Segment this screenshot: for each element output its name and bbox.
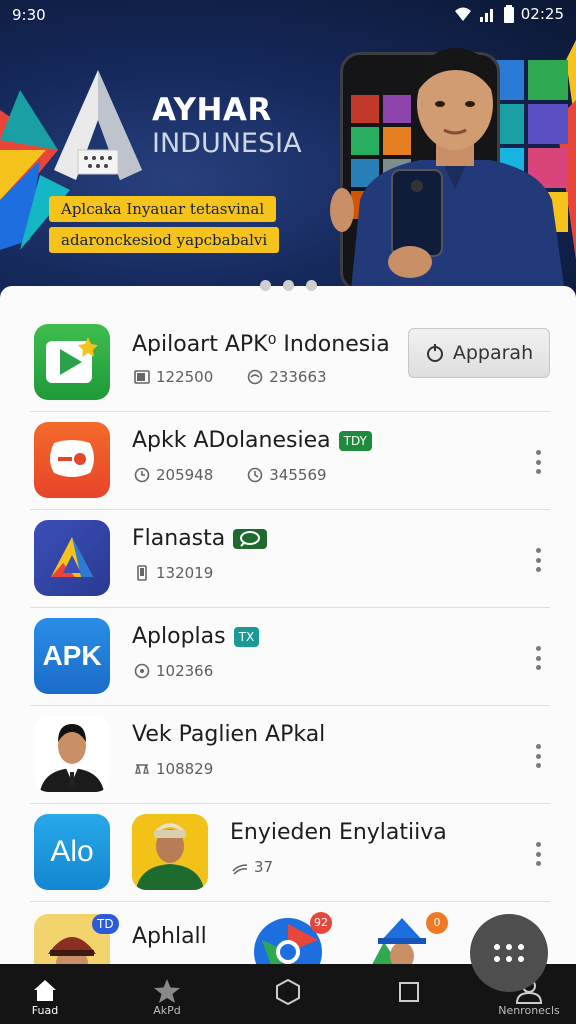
brand-country: INDUNESIA xyxy=(152,128,302,159)
carousel-indicator[interactable] xyxy=(0,280,576,291)
download-count-icon xyxy=(247,369,263,385)
apparah-label: Apparah xyxy=(452,342,534,364)
wifi-icon xyxy=(454,7,471,21)
timer-icon xyxy=(134,663,150,679)
brand-name: AYHAR xyxy=(152,92,272,128)
app-badge: TX xyxy=(233,626,260,647)
status-clock: 02:25 xyxy=(520,5,564,23)
developer-avatar xyxy=(132,814,208,890)
ayhar-logo-icon xyxy=(54,70,142,180)
banner-tagline-2: adaronckesiod yapcbabalvi xyxy=(49,227,280,253)
apps-grid-fab[interactable] xyxy=(470,914,548,992)
app-badge: TDY xyxy=(338,430,372,451)
app-title: Flanasta xyxy=(132,526,226,551)
more-options-icon[interactable] xyxy=(530,842,546,866)
alo-app-icon: Alo xyxy=(34,814,110,890)
hexagon-icon xyxy=(276,978,300,1006)
clock-icon xyxy=(247,467,263,483)
list-item[interactable]: APK Aploplas TX 102366 xyxy=(30,608,550,706)
nav-profile-label: Nenronecls xyxy=(498,1004,560,1017)
app-title: Apiloart APK⁰ Indonesia xyxy=(132,332,390,357)
status-bar: 9:30 02:25 xyxy=(0,0,576,30)
hand-icon xyxy=(232,864,248,875)
timer-icon xyxy=(134,467,150,483)
square-icon xyxy=(399,982,419,1002)
verified-badge-icon xyxy=(233,528,268,549)
list-item[interactable]: Alo Enyieden Enylatiiva 37 xyxy=(30,804,550,902)
notification-badge: 0 xyxy=(426,912,448,934)
carousel-dot-1[interactable] xyxy=(259,280,271,291)
app-size: 102366 xyxy=(156,662,214,680)
app-size: 37 xyxy=(254,858,274,876)
chat-app-icon xyxy=(34,422,110,498)
signal-icon xyxy=(479,9,493,22)
hero-banner[interactable]: AYHAR INDUNESIA Aplcaka Inyauar tetasvin… xyxy=(0,0,576,300)
developer-avatar xyxy=(34,716,110,792)
more-options-icon[interactable] xyxy=(530,548,546,572)
notification-badge: 92 xyxy=(310,912,332,934)
nav-library[interactable] xyxy=(364,964,454,1024)
more-options-icon[interactable] xyxy=(530,450,546,474)
app-title: Aploplas xyxy=(132,624,226,649)
power-icon xyxy=(426,344,443,362)
app-list: Apiloart APK⁰ Indonesia 122500 233663 Ap… xyxy=(0,286,576,966)
star-icon xyxy=(154,979,180,1003)
banner-tagline-1: Aplcaka Inyauar tetasvinal xyxy=(49,196,277,222)
presenter-photo xyxy=(330,48,566,300)
app-size: 132019 xyxy=(156,564,214,582)
download-count: 345569 xyxy=(269,466,327,484)
app-title: Apkk ADolanesiea xyxy=(132,428,331,453)
nav-home-label: Fuad xyxy=(31,1004,59,1017)
battery-icon xyxy=(503,5,514,23)
status-time: 9:30 xyxy=(12,6,46,24)
list-item[interactable]: Apiloart APK⁰ Indonesia 122500 233663 Ap… xyxy=(30,314,550,412)
nav-featured[interactable]: AkPd xyxy=(122,964,212,1024)
app-size: 205948 xyxy=(156,466,214,484)
apparah-button[interactable]: Apparah xyxy=(408,328,550,378)
carousel-dot-3[interactable] xyxy=(305,280,317,291)
list-item[interactable]: Vek Paglien APkal 108829 xyxy=(30,706,550,804)
app-size: 108829 xyxy=(156,760,214,778)
home-icon xyxy=(34,980,56,1001)
scale-icon xyxy=(135,764,149,774)
nav-home[interactable]: Fuad xyxy=(0,964,90,1024)
app-badge: TD xyxy=(92,914,119,934)
more-options-icon[interactable] xyxy=(530,646,546,670)
flanasta-app-icon xyxy=(34,520,110,596)
grid-dots-icon xyxy=(494,944,524,962)
app-title: Aphlall xyxy=(132,924,207,949)
storage-icon xyxy=(134,370,150,384)
more-options-icon[interactable] xyxy=(530,744,546,768)
app-size: 122500 xyxy=(156,368,214,386)
nav-featured-label: AkPd xyxy=(153,1004,181,1017)
app-title: Vek Paglien APkal xyxy=(132,722,326,747)
download-count: 233663 xyxy=(269,368,327,386)
app-title: Enyieden Enylatiiva xyxy=(230,820,447,845)
play-store-app-icon xyxy=(34,324,110,400)
apk-app-icon: APK xyxy=(34,618,110,694)
list-item[interactable]: Flanasta 132019 xyxy=(30,510,550,608)
nav-explore[interactable] xyxy=(243,964,333,1024)
list-item[interactable]: Apkk ADolanesiea TDY 205948 345569 xyxy=(30,412,550,510)
phone-size-icon xyxy=(137,565,147,581)
carousel-dot-2[interactable] xyxy=(282,280,294,291)
